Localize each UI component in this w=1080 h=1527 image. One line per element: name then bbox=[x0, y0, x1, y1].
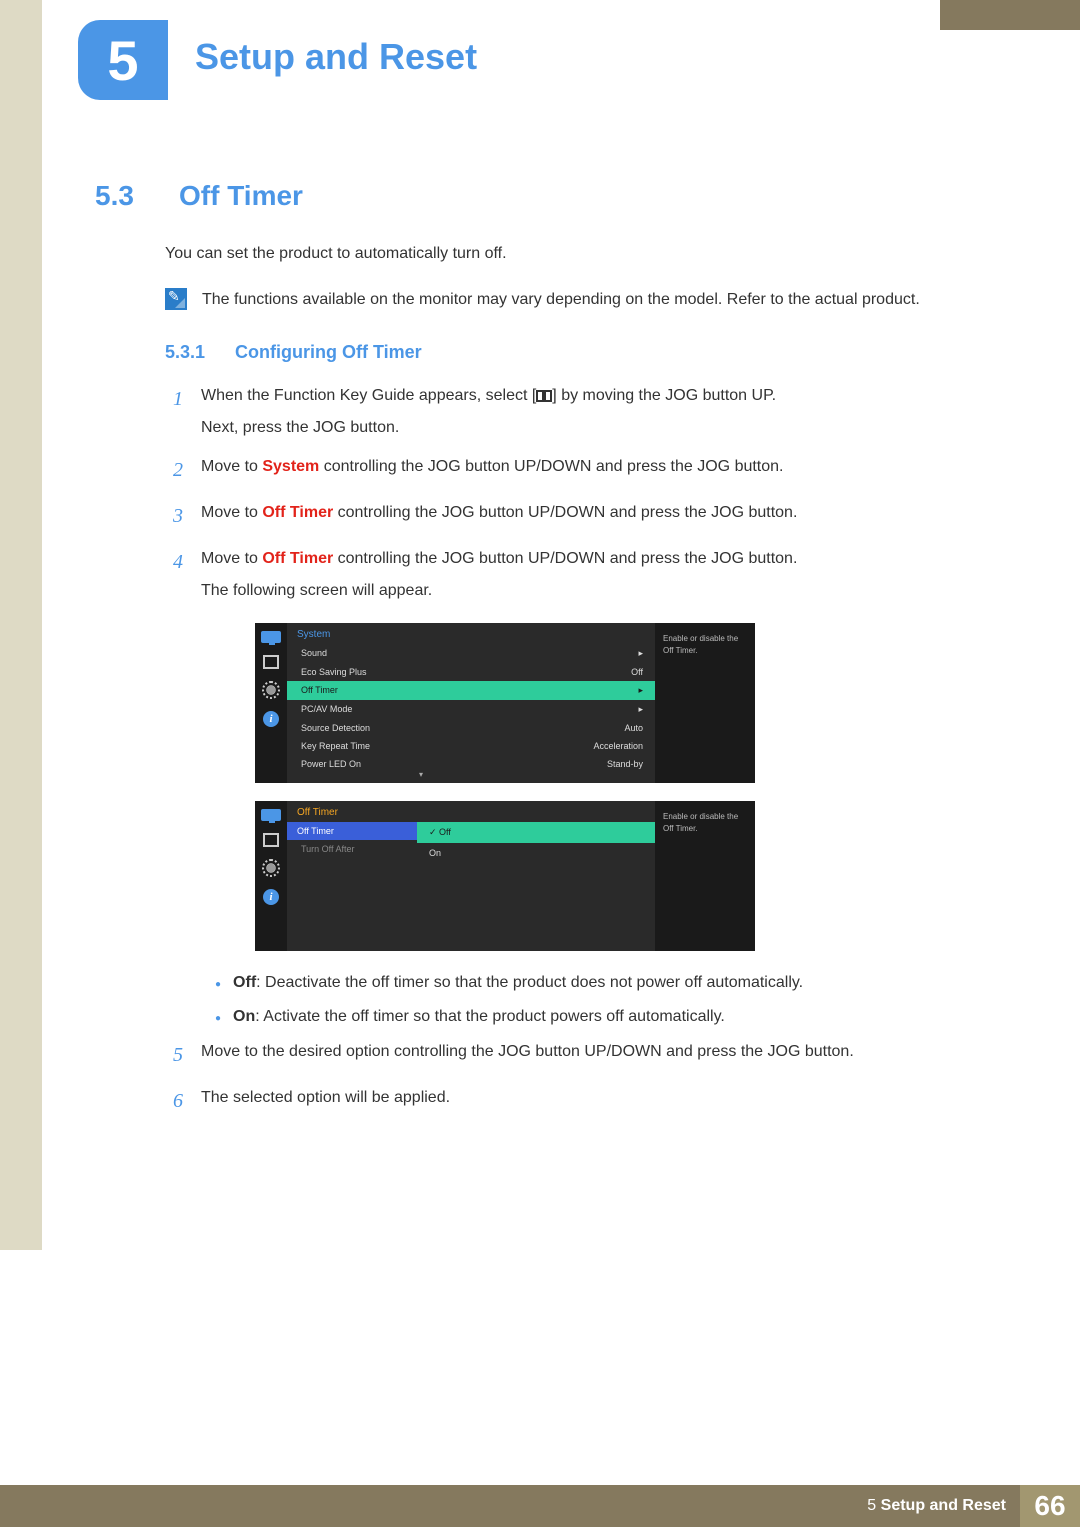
osd-option: Off bbox=[417, 822, 655, 843]
step-3-a: Move to bbox=[201, 504, 262, 521]
step-3: 3 Move to Off Timer controlling the JOG … bbox=[165, 500, 975, 532]
osd-main-panel: System SoundEco Saving PlusOffOff TimerP… bbox=[287, 623, 655, 783]
osd-menu-item: Off Timer bbox=[287, 681, 655, 700]
info-icon: i bbox=[263, 711, 279, 727]
step-2-b: controlling the JOG button UP/DOWN and p… bbox=[319, 458, 783, 475]
bullet-icon: ● bbox=[215, 1011, 221, 1029]
step-number: 4 bbox=[165, 546, 183, 603]
step-4: 4 Move to Off Timer controlling the JOG … bbox=[165, 546, 975, 603]
top-right-patch bbox=[940, 0, 1080, 30]
monitor-icon bbox=[261, 809, 281, 821]
bullet-off: ● Off: Deactivate the off timer so that … bbox=[215, 971, 975, 995]
resize-icon bbox=[263, 833, 279, 847]
step-5: 5 Move to the desired option controlling… bbox=[165, 1039, 975, 1071]
osd-menu-item: PC/AV Mode bbox=[287, 700, 655, 719]
bullet-icon: ● bbox=[215, 977, 221, 995]
footer-chapter-label: 5 Setup and Reset bbox=[867, 1485, 1020, 1527]
osd-option: On bbox=[417, 843, 655, 863]
osd-main-panel: Off Timer Off TimerTurn Off After OffOn bbox=[287, 801, 655, 951]
osd-header: Off Timer bbox=[287, 801, 655, 822]
bullet-on-text: : Activate the off timer so that the pro… bbox=[255, 1008, 725, 1025]
menu-icon bbox=[536, 390, 552, 402]
osd-menu-item: Sound bbox=[287, 644, 655, 663]
step-number: 1 bbox=[165, 383, 183, 440]
osd-offtimer-menu: i Off Timer Off TimerTurn Off After OffO… bbox=[255, 801, 755, 951]
osd-submenu-item: Off Timer bbox=[287, 822, 417, 840]
osd-description: Enable or disable the Off Timer. bbox=[655, 623, 755, 783]
osd-description: Enable or disable the Off Timer. bbox=[655, 801, 755, 951]
step-4-a: Move to bbox=[201, 550, 262, 567]
chapter-title: Setup and Reset bbox=[195, 36, 477, 78]
left-margin-bar bbox=[0, 0, 42, 1250]
step-2: 2 Move to System controlling the JOG but… bbox=[165, 454, 975, 486]
step-3-b: controlling the JOG button UP/DOWN and p… bbox=[333, 504, 797, 521]
step-3-keyword: Off Timer bbox=[262, 504, 333, 521]
section-number: 5.3 bbox=[95, 180, 151, 212]
gear-icon bbox=[262, 859, 280, 877]
step-1-text-c: Next, press the JOG button. bbox=[201, 415, 975, 441]
bullet-on: ● On: Activate the off timer so that the… bbox=[215, 1005, 975, 1029]
info-icon: i bbox=[263, 889, 279, 905]
osd-menu-item: Key Repeat TimeAcceleration bbox=[287, 737, 655, 755]
step-number: 6 bbox=[165, 1085, 183, 1117]
note-icon bbox=[165, 288, 187, 310]
monitor-icon bbox=[261, 631, 281, 643]
section-heading: 5.3 Off Timer bbox=[95, 180, 975, 212]
osd-menu-item: Source DetectionAuto bbox=[287, 719, 655, 737]
section-title: Off Timer bbox=[179, 180, 303, 212]
bullet-off-text: : Deactivate the off timer so that the p… bbox=[256, 974, 803, 991]
step-4-c: The following screen will appear. bbox=[201, 578, 975, 604]
bullet-off-keyword: Off bbox=[233, 974, 256, 991]
osd-sidebar-icons: i bbox=[255, 801, 287, 951]
step-1-text-a: When the Function Key Guide appears, sel… bbox=[201, 387, 536, 404]
osd-system-menu: i System SoundEco Saving PlusOffOff Time… bbox=[255, 623, 755, 783]
step-4-b: controlling the JOG button UP/DOWN and p… bbox=[333, 550, 797, 567]
page-footer: 5 Setup and Reset 66 bbox=[0, 1485, 1080, 1527]
osd-screenshots: i System SoundEco Saving PlusOffOff Time… bbox=[255, 623, 975, 951]
subsection-title: Configuring Off Timer bbox=[235, 342, 422, 363]
step-5-text: Move to the desired option controlling t… bbox=[201, 1039, 975, 1071]
step-1: 1 When the Function Key Guide appears, s… bbox=[165, 383, 975, 440]
step-2-a: Move to bbox=[201, 458, 262, 475]
step-2-keyword: System bbox=[262, 458, 319, 475]
bullet-on-keyword: On bbox=[233, 1008, 255, 1025]
osd-menu-item: Eco Saving PlusOff bbox=[287, 663, 655, 681]
step-1-text-b: ] by moving the JOG button UP. bbox=[552, 387, 776, 404]
osd-scroll-down-icon: ▾ bbox=[287, 770, 555, 781]
step-4-keyword: Off Timer bbox=[262, 550, 333, 567]
osd-header: System bbox=[287, 623, 655, 644]
chapter-number-tab: 5 bbox=[78, 20, 168, 100]
footer-page-number: 66 bbox=[1020, 1485, 1080, 1527]
step-6: 6 The selected option will be applied. bbox=[165, 1085, 975, 1117]
subsection-heading: 5.3.1 Configuring Off Timer bbox=[165, 342, 975, 363]
step-number: 3 bbox=[165, 500, 183, 532]
osd-submenu-item: Turn Off After bbox=[287, 840, 417, 858]
subsection-number: 5.3.1 bbox=[165, 342, 215, 363]
step-6-text: The selected option will be applied. bbox=[201, 1085, 975, 1117]
note-block: The functions available on the monitor m… bbox=[165, 288, 975, 312]
page-content: 5.3 Off Timer You can set the product to… bbox=[95, 180, 975, 1131]
gear-icon bbox=[262, 681, 280, 699]
step-number: 2 bbox=[165, 454, 183, 486]
step-number: 5 bbox=[165, 1039, 183, 1071]
osd-sidebar-icons: i bbox=[255, 623, 287, 783]
intro-text: You can set the product to automatically… bbox=[165, 242, 975, 266]
note-text: The functions available on the monitor m… bbox=[202, 288, 920, 312]
resize-icon bbox=[263, 655, 279, 669]
